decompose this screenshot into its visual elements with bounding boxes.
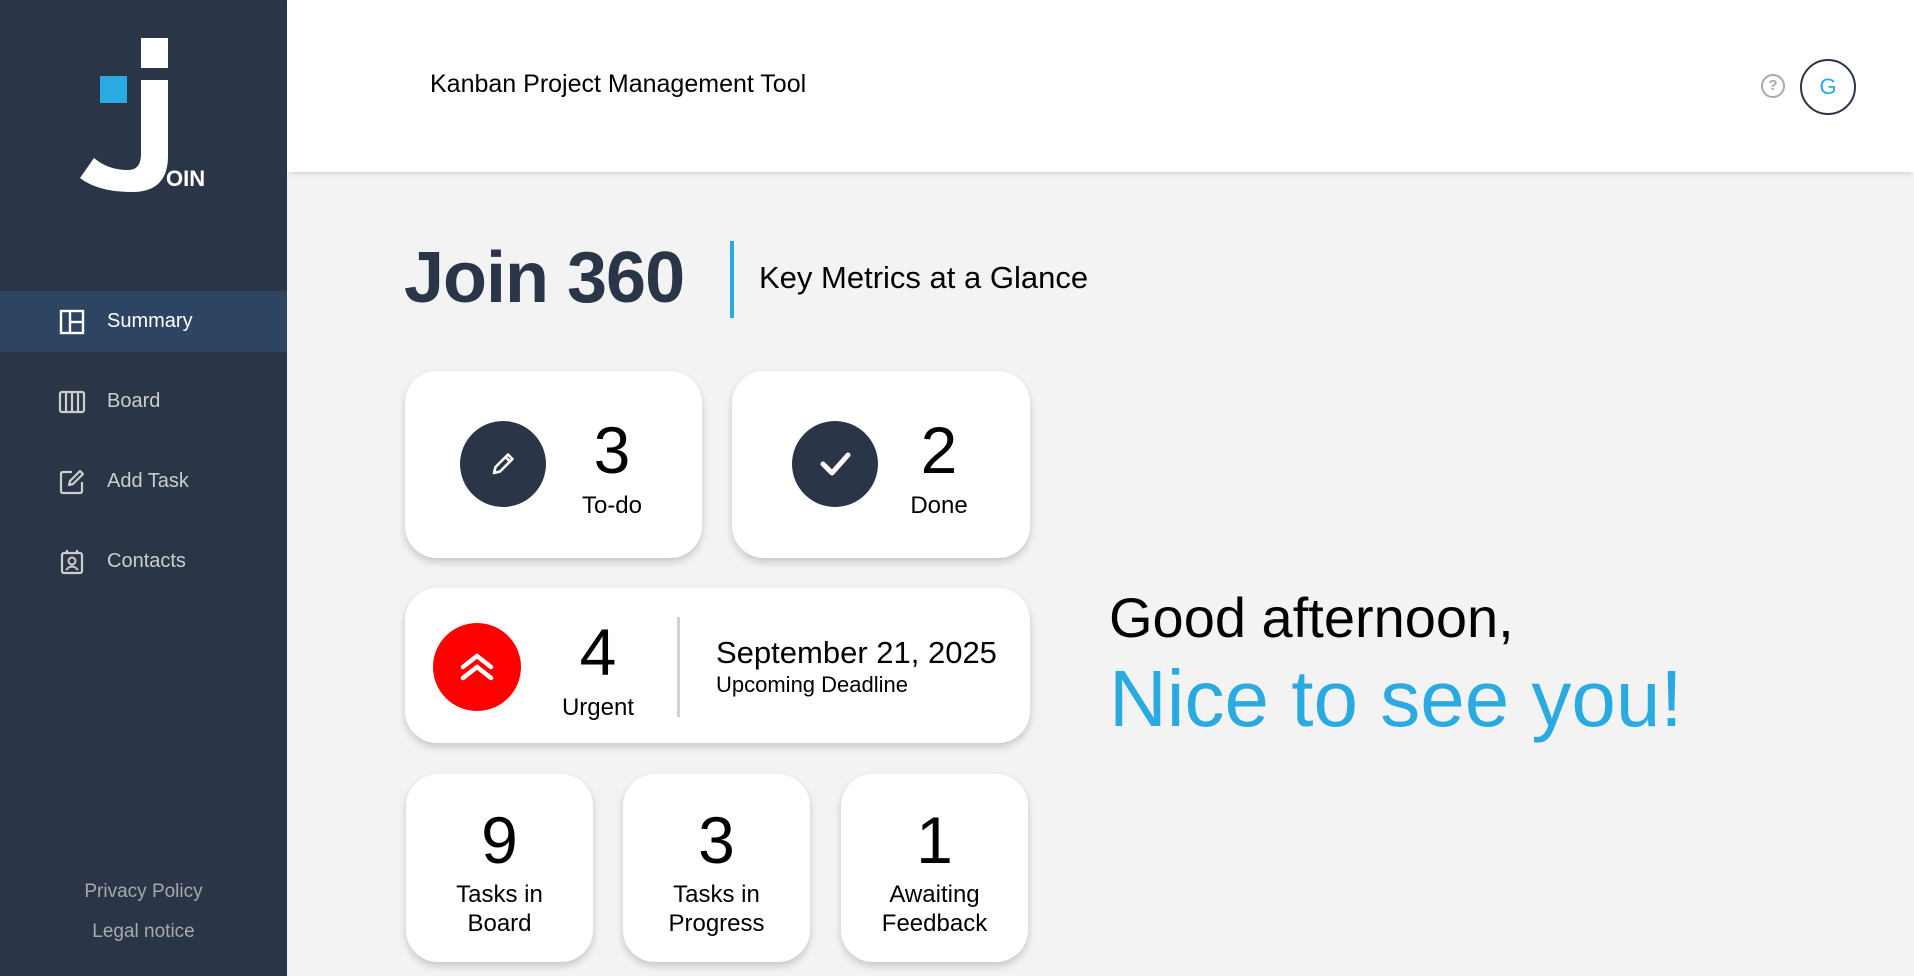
header: Kanban Project Management Tool ? G bbox=[287, 0, 1914, 172]
board-icon bbox=[57, 387, 87, 417]
sidebar-item-board[interactable]: Board bbox=[0, 371, 287, 432]
user-avatar[interactable]: G bbox=[1800, 59, 1856, 115]
feedback-label-line1: Awaiting bbox=[889, 881, 980, 908]
sidebar: OIN Summary Board Add Task Contacts Priv… bbox=[0, 0, 287, 976]
todo-label: To-do bbox=[581, 492, 643, 519]
sidebar-item-summary[interactable]: Summary bbox=[0, 291, 287, 352]
board-label-line1: Tasks in bbox=[456, 881, 543, 908]
done-count: 2 bbox=[920, 413, 958, 487]
deadline-divider bbox=[677, 617, 680, 717]
urgent-label: Urgent bbox=[561, 694, 635, 721]
feedback-count: 1 bbox=[916, 803, 953, 877]
checkmark-icon bbox=[792, 421, 878, 507]
privacy-policy-link[interactable]: Privacy Policy bbox=[0, 881, 287, 903]
deadline-label: Upcoming Deadline bbox=[716, 672, 908, 697]
page-title: Join 360 bbox=[404, 238, 685, 318]
feedback-label-line2: Feedback bbox=[881, 910, 988, 937]
progress-label-line2: Progress bbox=[668, 910, 765, 937]
sidebar-item-label: Summary bbox=[107, 310, 193, 332]
progress-label-line1: Tasks in bbox=[673, 881, 760, 908]
greeting-text: Good afternoon, bbox=[1109, 586, 1514, 649]
board-count: 9 bbox=[481, 803, 518, 877]
add-task-icon bbox=[57, 467, 87, 497]
todo-count: 3 bbox=[593, 413, 631, 487]
done-label: Done bbox=[910, 492, 968, 519]
title-divider bbox=[730, 241, 734, 318]
double-chevron-up-icon bbox=[433, 623, 521, 711]
board-label-line2: Board bbox=[467, 910, 532, 937]
contacts-icon bbox=[57, 547, 87, 577]
sidebar-item-label: Add Task bbox=[107, 470, 189, 492]
sidebar-item-label: Board bbox=[107, 390, 161, 412]
pencil-icon bbox=[460, 421, 546, 507]
help-icon[interactable]: ? bbox=[1761, 74, 1785, 98]
sidebar-nav: Summary Board Add Task Contacts bbox=[0, 291, 287, 611]
greeting-name: Nice to see you! bbox=[1109, 654, 1683, 743]
svg-text:OIN: OIN bbox=[166, 166, 205, 191]
deadline-date: September 21, 2025 bbox=[716, 635, 997, 670]
urgent-count: 4 bbox=[579, 615, 617, 689]
progress-count: 3 bbox=[698, 803, 735, 877]
summary-icon bbox=[57, 307, 87, 337]
legal-notice-link[interactable]: Legal notice bbox=[0, 921, 287, 943]
sidebar-item-label: Contacts bbox=[107, 550, 186, 572]
page-subtitle: Key Metrics at a Glance bbox=[759, 260, 1089, 295]
app-title: Kanban Project Management Tool bbox=[430, 70, 807, 98]
sidebar-item-add-task[interactable]: Add Task bbox=[0, 451, 287, 512]
join-logo[interactable]: OIN bbox=[78, 36, 208, 196]
sidebar-item-contacts[interactable]: Contacts bbox=[0, 531, 287, 592]
